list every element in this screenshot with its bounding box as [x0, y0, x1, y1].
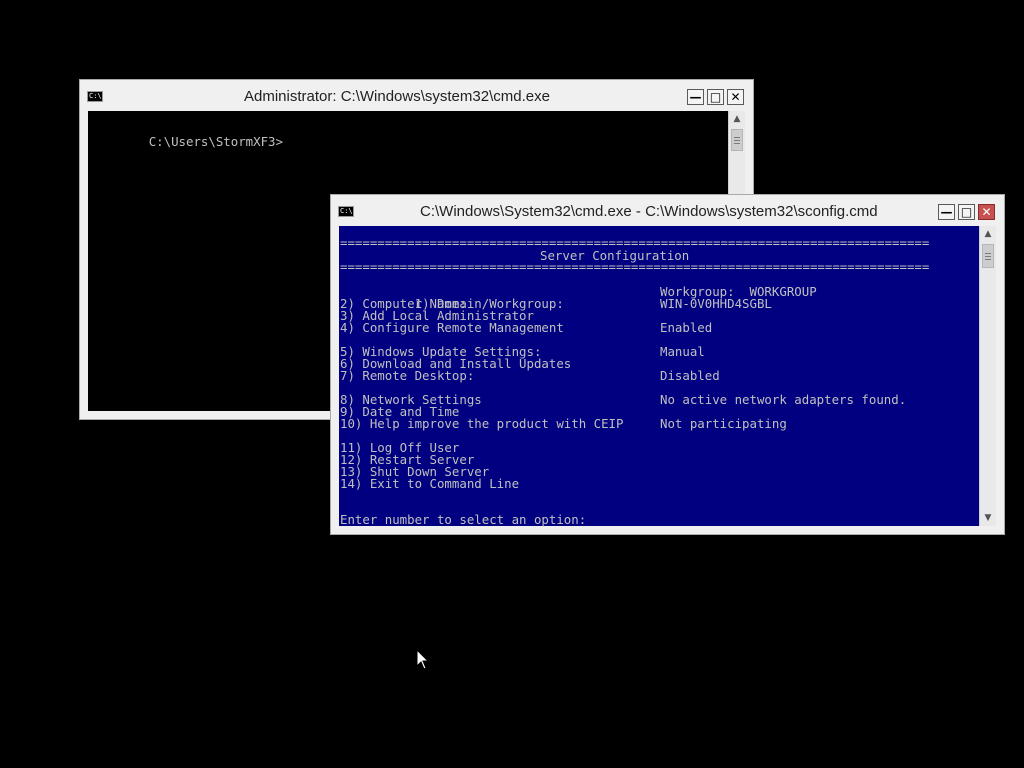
sconfig-scrollbar[interactable]: ▲ ▼	[979, 226, 996, 526]
console-output: C:\Users\StormXF3>	[89, 124, 283, 160]
scroll-down-icon[interactable]: ▼	[980, 510, 996, 526]
cmd-icon[interactable]: C:\	[87, 91, 103, 102]
admin-cmd-scrollbar[interactable]: ▲	[728, 111, 745, 194]
sconfig-output: ========================================…	[340, 226, 978, 526]
menu-value-network-settings: No active network adapters found.	[660, 392, 907, 407]
window-title: C:\Windows\System32\cmd.exe - C:\Windows…	[420, 203, 878, 220]
close-button[interactable]: ✕	[978, 204, 995, 220]
cmd-icon[interactable]: C:\	[338, 206, 354, 217]
menu-value-remote-management: Enabled	[660, 320, 713, 335]
minimize-icon: —	[689, 90, 702, 104]
scroll-up-icon[interactable]: ▲	[980, 226, 996, 242]
scroll-thumb[interactable]	[731, 129, 743, 151]
scroll-thumb[interactable]	[982, 244, 994, 268]
menu-value-ceip: Not participating	[660, 416, 787, 431]
maximize-icon: □	[960, 205, 973, 219]
menu-item-remote-desktop: 7) Remote Desktop:	[340, 368, 475, 383]
maximize-button[interactable]: □	[707, 89, 724, 105]
separator-bottom: ========================================…	[340, 259, 930, 274]
menu-value-windows-update-settings: Manual	[660, 344, 705, 359]
mouse-pointer-icon	[416, 649, 430, 670]
minimize-button[interactable]: —	[687, 89, 704, 105]
option-prompt[interactable]: Enter number to select an option:	[340, 513, 586, 526]
admin-cmd-titlebar[interactable]: C:\ Administrator: C:\Windows\system32\c…	[80, 80, 753, 110]
close-icon: ✕	[981, 205, 992, 219]
sconfig-console-area[interactable]: ========================================…	[339, 226, 979, 526]
maximize-button[interactable]: □	[958, 204, 975, 220]
desktop: C:\ Administrator: C:\Windows\system32\c…	[0, 0, 1024, 768]
minimize-button[interactable]: —	[938, 204, 955, 220]
sconfig-titlebar[interactable]: C:\ C:\Windows\System32\cmd.exe - C:\Win…	[331, 195, 1004, 225]
menu-value-remote-desktop: Disabled	[660, 368, 720, 383]
menu-item-exit: 14) Exit to Command Line	[340, 476, 520, 491]
close-button[interactable]: ✕	[727, 89, 744, 105]
menu-value-computer-name: WIN-0V0HHD4SGBL	[660, 296, 772, 311]
menu-item-remote-management: 4) Configure Remote Management	[340, 320, 564, 335]
menu-item-ceip: 10) Help improve the product with CEIP	[340, 416, 624, 431]
close-icon: ✕	[730, 90, 741, 104]
window-title: Administrator: C:\Windows\system32\cmd.e…	[244, 88, 550, 105]
command-prompt: C:\Users\StormXF3>	[148, 134, 283, 149]
minimize-icon: —	[940, 205, 953, 219]
maximize-icon: □	[709, 90, 722, 104]
sconfig-window[interactable]: C:\ C:\Windows\System32\cmd.exe - C:\Win…	[330, 194, 1005, 535]
scroll-up-icon[interactable]: ▲	[729, 111, 745, 127]
